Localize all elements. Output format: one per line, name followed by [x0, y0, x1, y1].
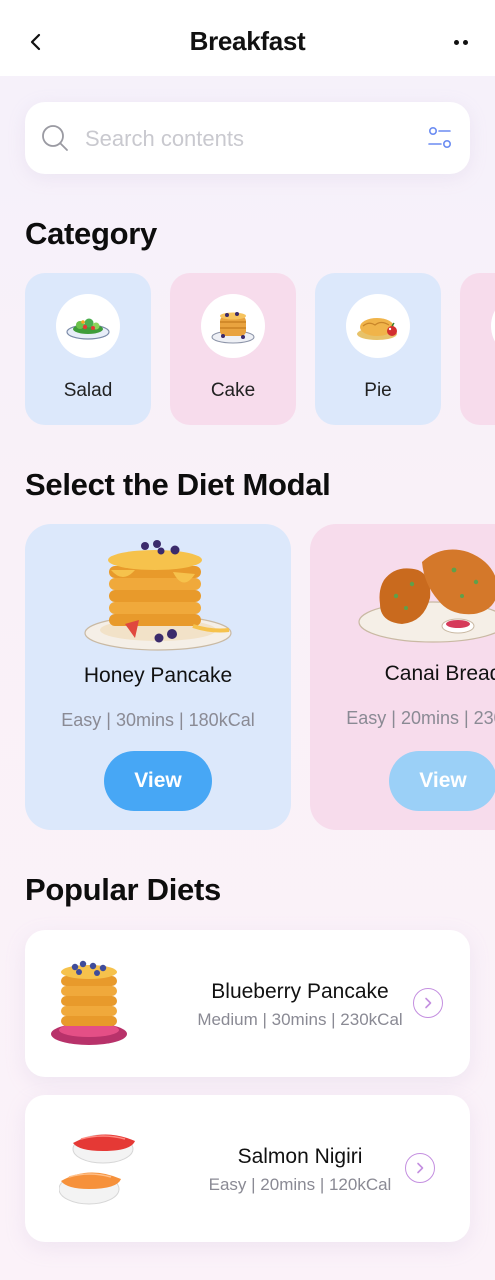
- category-card-pie[interactable]: Pie: [315, 273, 441, 425]
- diet-modal-list: Honey Pancake Easy | 30mins | 180kCal Vi…: [25, 524, 495, 830]
- diet-meta: Easy | 20mins | 230kCal: [346, 708, 495, 728]
- diet-meta: Easy | 30mins | 180kCal: [61, 710, 255, 730]
- view-button[interactable]: View: [104, 751, 212, 811]
- category-label: Pie: [364, 380, 392, 401]
- popular-card-salmon-nigiri[interactable]: Salmon Nigiri Easy | 20mins | 120kCal: [25, 1095, 470, 1242]
- category-label: Salad: [63, 380, 113, 401]
- open-button[interactable]: [413, 988, 443, 1018]
- diet-name: Honey Pancake: [83, 664, 233, 687]
- category-label: Cake: [210, 380, 256, 401]
- category-list: Salad Cake Pie: [25, 273, 495, 425]
- app-header: Breakfast: [0, 0, 495, 76]
- pie-icon: [357, 318, 397, 340]
- more-options-button[interactable]: [447, 28, 475, 56]
- search-input[interactable]: [85, 120, 405, 158]
- category-label: Sm: [460, 380, 495, 402]
- filter-icon[interactable]: [426, 124, 454, 152]
- view-button[interactable]: View: [389, 751, 495, 811]
- category-card-smoothie[interactable]: Sm: [460, 273, 495, 425]
- diet-card-canai-bread[interactable]: Canai Bread Easy | 20mins | 230kCal View: [310, 524, 495, 830]
- chevron-right-icon: [425, 997, 432, 1009]
- salad-icon: [66, 318, 110, 340]
- sushi-icon: [59, 1134, 135, 1205]
- canai-bread-icon: [358, 549, 495, 643]
- popular-card-blueberry-pancake[interactable]: Blueberry Pancake Medium | 30mins | 230k…: [25, 930, 470, 1077]
- more-dots-icon: [454, 39, 459, 45]
- pancake-icon: [51, 960, 127, 1045]
- diet-card-honey-pancake[interactable]: Honey Pancake Easy | 30mins | 180kCal Vi…: [25, 524, 291, 830]
- category-heading: Category: [25, 216, 157, 251]
- diet-name: Canai Bread: [384, 662, 495, 685]
- chevron-right-icon: [417, 1162, 424, 1174]
- diet-modal-heading: Select the Diet Modal: [25, 467, 331, 502]
- search-bar: [25, 102, 470, 174]
- category-card-cake[interactable]: Cake: [170, 273, 296, 425]
- popular-diets-heading: Popular Diets: [25, 872, 221, 907]
- search-icon: [42, 125, 68, 151]
- category-card-salad[interactable]: Salad: [25, 273, 151, 425]
- cake-icon: [211, 312, 255, 344]
- open-button[interactable]: [405, 1153, 435, 1183]
- page-title: Breakfast: [189, 26, 306, 56]
- honey-pancake-icon: [84, 540, 232, 651]
